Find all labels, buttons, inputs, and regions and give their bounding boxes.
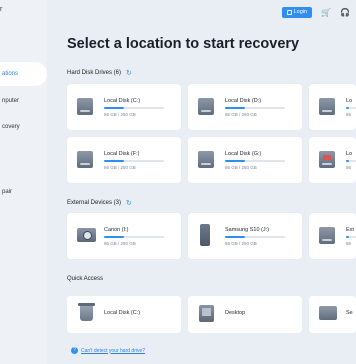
sidebar-item-locations[interactable]: ations <box>0 62 47 86</box>
usage-bar-fill <box>346 160 350 162</box>
camera-icon <box>77 228 96 242</box>
refresh-icon[interactable]: ↻ <box>126 69 132 77</box>
page-title: Select a location to start recovery <box>67 36 300 52</box>
quick-access-desktop[interactable]: Desktop <box>188 296 302 333</box>
usage-bar-fill <box>104 236 125 238</box>
phone-icon <box>200 224 210 246</box>
login-label: Login <box>293 9 308 15</box>
device-card-external[interactable]: Ext 86 <box>309 213 356 259</box>
usage-bar <box>104 107 164 109</box>
usage-bar <box>346 160 356 162</box>
external-label: External Devices (3) <box>67 200 122 206</box>
sidebar-item-repair[interactable]: pair <box>0 180 47 204</box>
usage-bar-fill <box>225 107 246 109</box>
hard-drive-icon <box>198 98 214 115</box>
user-icon <box>286 9 292 15</box>
quick-access-name: Local Disk (C:) <box>104 310 141 316</box>
hard-disk-label: Hard Disk Drives (6) <box>67 70 122 76</box>
cant-detect-text: Can't detect your hard drive? <box>81 347 146 354</box>
quick-access-label: Quick Access <box>67 276 103 282</box>
sidebar-top-fragment: r <box>0 6 3 13</box>
drive-size: 86 GB / 250 GB <box>225 112 257 117</box>
hard-drive-icon <box>198 151 214 168</box>
device-name: Ext <box>346 227 354 233</box>
cart-icon[interactable]: 🛒 <box>321 8 331 17</box>
drive-name: Local Disk (F:) <box>104 151 140 157</box>
drive-card-e[interactable]: Lo 86 <box>309 84 356 130</box>
quick-access-select-folder[interactable]: Se <box>309 296 356 333</box>
device-size: 86 GB / 250 GB <box>225 241 257 246</box>
drive-size: 86 <box>346 112 352 117</box>
drive-card-g[interactable]: Local Disk (G:) 86 GB / 250 GB <box>188 137 302 183</box>
device-card-samsung[interactable]: Samsung S10 (J:) 86 GB / 250 GB <box>188 213 302 259</box>
folder-icon <box>319 306 337 320</box>
sidebar-item-computer[interactable]: nputer <box>0 89 47 113</box>
drive-size: 86 GB / 250 GB <box>104 165 136 170</box>
usage-bar-fill <box>104 107 125 109</box>
top-bar: Login 🛒 🎧 <box>281 6 350 18</box>
external-section-label: External Devices (3) ↻ <box>67 199 132 207</box>
usage-bar-fill <box>104 160 125 162</box>
device-name: Canon (I:) <box>104 227 129 233</box>
headset-icon[interactable]: 🎧 <box>340 8 350 17</box>
drive-card-h[interactable]: Lo 86 <box>309 137 356 183</box>
drive-size: 86 GB / 250 GB <box>225 165 257 170</box>
quick-access-recycle-bin[interactable]: Local Disk (C:) <box>67 296 181 333</box>
usage-bar-fill <box>346 236 350 238</box>
usage-bar <box>225 107 285 109</box>
help-icon: ? <box>71 347 78 354</box>
usage-bar-fill <box>346 107 350 109</box>
sidebar-item-label: ations <box>2 71 19 77</box>
quick-access-name: Desktop <box>225 310 246 316</box>
drive-card-f[interactable]: Local Disk (F:) 86 GB / 250 GB <box>67 137 181 183</box>
drive-name: Lo <box>346 151 353 157</box>
device-size: 86 GB / 250 GB <box>104 241 136 246</box>
drive-card-c[interactable]: Local Disk (C:) 86 GB / 250 GB <box>67 84 181 130</box>
device-size: 86 <box>346 241 352 246</box>
sidebar-item-label: pair <box>2 189 13 195</box>
login-button[interactable]: Login <box>281 6 313 18</box>
hard-drive-icon <box>319 98 335 115</box>
refresh-icon[interactable]: ↻ <box>126 199 132 207</box>
sidebar-item-label: covery <box>2 124 20 130</box>
quick-access-title: Quick Access <box>67 276 104 282</box>
usage-bar <box>225 160 285 162</box>
external-drive-icon <box>319 227 335 244</box>
drive-name: Local Disk (D:) <box>225 98 262 104</box>
usage-bar <box>225 236 285 238</box>
damaged-drive-icon <box>319 151 335 168</box>
drive-size: 86 GB / 250 GB <box>104 112 136 117</box>
drive-card-d[interactable]: Local Disk (D:) 86 GB / 250 GB <box>188 84 302 130</box>
usage-bar <box>346 236 356 238</box>
drive-name: Lo <box>346 98 353 104</box>
drive-name: Local Disk (C:) <box>104 98 141 104</box>
usage-bar-fill <box>225 236 246 238</box>
recycle-bin-icon <box>78 303 95 321</box>
device-card-canon[interactable]: Canon (I:) 86 GB / 250 GB <box>67 213 181 259</box>
sidebar-item-label: nputer <box>2 98 20 104</box>
quick-access-name: Se <box>346 310 353 316</box>
drive-size: 86 <box>346 165 352 170</box>
usage-bar-fill <box>225 160 246 162</box>
hard-disk-section-label: Hard Disk Drives (6) ↻ <box>67 69 132 77</box>
usage-bar <box>104 160 164 162</box>
sidebar-item-recovery[interactable]: covery <box>0 115 47 139</box>
desktop-icon <box>199 305 214 322</box>
sidebar: r ations nputer covery pair <box>0 0 47 364</box>
device-name: Samsung S10 (J:) <box>225 227 270 233</box>
hard-drive-icon <box>77 98 93 115</box>
drive-name: Local Disk (G:) <box>225 151 262 157</box>
hard-drive-icon <box>77 151 93 168</box>
usage-bar <box>104 236 164 238</box>
usage-bar <box>346 107 356 109</box>
cant-detect-link[interactable]: ? Can't detect your hard drive? <box>71 347 145 354</box>
